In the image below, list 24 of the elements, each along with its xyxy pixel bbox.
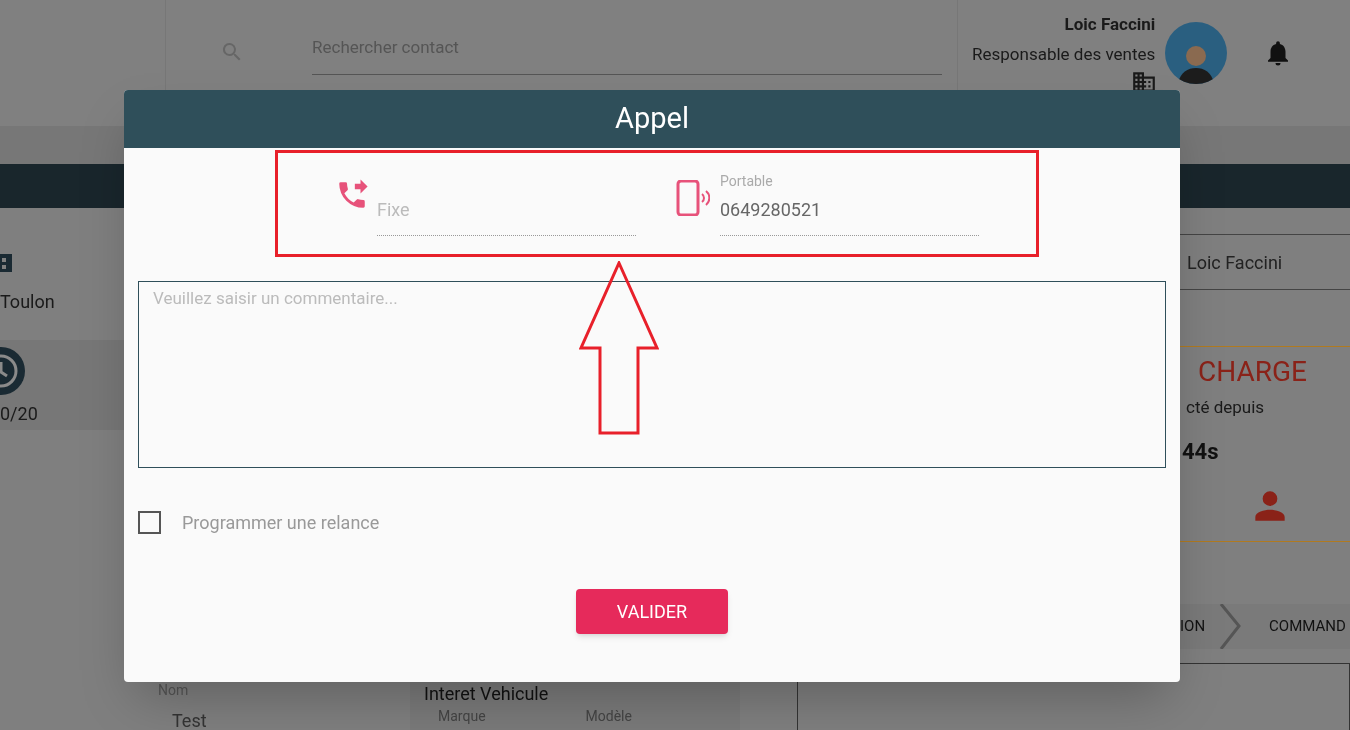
checkbox[interactable] [138, 511, 161, 534]
validate-button[interactable]: VALIDER [576, 589, 728, 634]
checkbox-label: Programmer une relance [182, 511, 380, 535]
mobile-phone-icon [676, 180, 710, 216]
duration-text: 44s [1182, 437, 1219, 466]
building-icon [0, 252, 12, 274]
field-label: Portable [720, 172, 773, 191]
user-name: Loic Faccini [1064, 13, 1156, 36]
comment-field[interactable]: Veuillez saisir un commentaire... [138, 281, 1166, 468]
step-label[interactable]: ION [1180, 615, 1206, 638]
location-text: Toulon [0, 290, 55, 314]
score-text: 0/20 [0, 402, 38, 426]
clock-icon [0, 346, 26, 396]
phone-field[interactable]: Fixe [377, 194, 636, 236]
field-value: Test [172, 709, 208, 730]
status-title: CHARGE [1198, 354, 1307, 390]
chevron-icon [1219, 604, 1242, 649]
status-text: cté depuis [1186, 396, 1265, 419]
dialog-title: Appel [615, 100, 689, 138]
user-role: Responsable des ventes [972, 42, 1156, 66]
phone-field[interactable]: 0649280521 [720, 194, 979, 236]
step-label[interactable]: COMMAND [1269, 615, 1346, 638]
assignee-name: Loic Faccini [1187, 250, 1283, 275]
panel-title: Interet Vehicule [424, 684, 550, 704]
